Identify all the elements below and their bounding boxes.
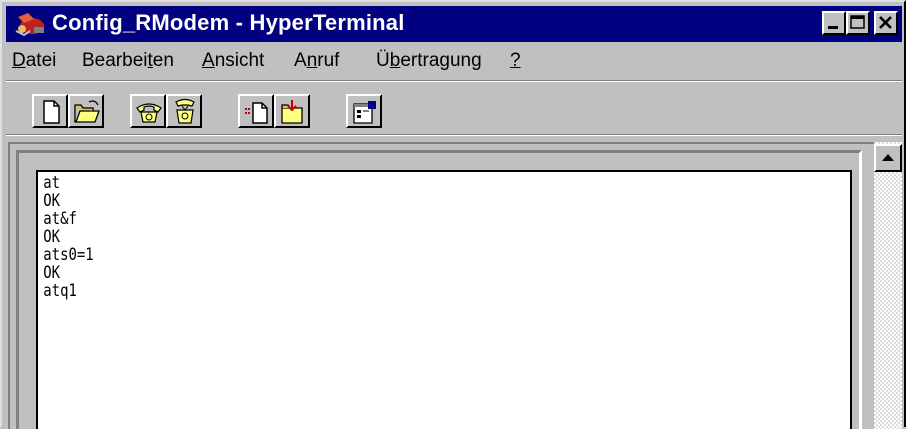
vertical-scrollbar[interactable] [874, 142, 902, 429]
terminal-line: OK [43, 227, 61, 247]
menu-label-pre: Ü [376, 50, 390, 71]
menu-label-post: atei [25, 50, 57, 71]
menu-label-post: ertragung [400, 50, 482, 71]
terminal-line: ats0=1 [43, 245, 94, 265]
menu-ansicht[interactable]: Ansicht [202, 50, 264, 72]
properties-button[interactable] [346, 94, 382, 128]
menu-label-pre: Bearbei [82, 50, 148, 71]
scroll-up-button[interactable] [874, 144, 902, 172]
menu-label-post: en [152, 50, 174, 71]
toolbar [6, 84, 902, 132]
disconnect-phone-icon [175, 98, 195, 124]
menu-accelerator: A [202, 50, 215, 71]
maximize-button[interactable] [846, 11, 870, 35]
terminal-line: at [43, 173, 61, 193]
menu-anruf[interactable]: Anruf [294, 50, 339, 72]
open-folder-icon [74, 100, 100, 123]
menu-label-post: ruf [317, 50, 340, 71]
window-title: Config_RModem - HyperTerminal [52, 10, 405, 35]
menu-accelerator: n [306, 50, 318, 71]
properties-icon [353, 101, 376, 124]
minimize-button[interactable] [822, 11, 846, 35]
menu-bar: Datei Bearbeiten Ansicht Anruf Übertragu… [6, 44, 902, 78]
title-bar[interactable]: Config_RModem - HyperTerminal [6, 6, 902, 42]
open-button[interactable] [68, 94, 104, 128]
menu-bearbeiten[interactable]: Bearbeiten [82, 50, 174, 72]
close-icon [879, 16, 892, 29]
receive-button[interactable] [274, 94, 310, 128]
terminal-line: at&f [43, 209, 77, 229]
toolbar-separator [6, 134, 902, 136]
menu-label-post: nsicht [214, 50, 265, 71]
terminal-line: atq1 [43, 281, 77, 301]
arrow-up-icon [882, 154, 894, 161]
new-document-icon [43, 100, 60, 124]
terminal-line: OK [43, 191, 61, 211]
maximize-icon [850, 15, 865, 29]
call-button[interactable] [130, 94, 166, 128]
send-button[interactable] [238, 94, 274, 128]
send-file-icon [245, 102, 268, 124]
menu-accelerator: ? [510, 50, 521, 71]
disconnect-button[interactable] [166, 94, 202, 128]
call-phone-icon [136, 103, 162, 123]
menu-label-pre: A [294, 50, 307, 71]
menu-accelerator: D [12, 50, 26, 71]
terminal-output: at OK at&f OK ats0=1 OK atq1 [40, 174, 105, 300]
menu-uebertragung[interactable]: Übertragung [376, 50, 482, 72]
new-connection-button[interactable] [32, 94, 68, 128]
hyperterminal-window: Config_RModem - HyperTerminal Datei Bear… [0, 0, 906, 429]
receive-file-icon [281, 100, 303, 124]
terminal-screen[interactable]: at OK at&f OK ats0=1 OK atq1 [36, 170, 852, 429]
menu-separator [6, 80, 902, 82]
minimize-icon [828, 26, 838, 29]
close-button[interactable] [874, 11, 898, 35]
menu-datei[interactable]: Datei [12, 50, 56, 72]
menu-accelerator: b [389, 50, 401, 71]
hyperterminal-app-icon[interactable] [12, 9, 48, 39]
terminal-line: OK [43, 263, 61, 283]
menu-help[interactable]: ? [510, 50, 521, 72]
